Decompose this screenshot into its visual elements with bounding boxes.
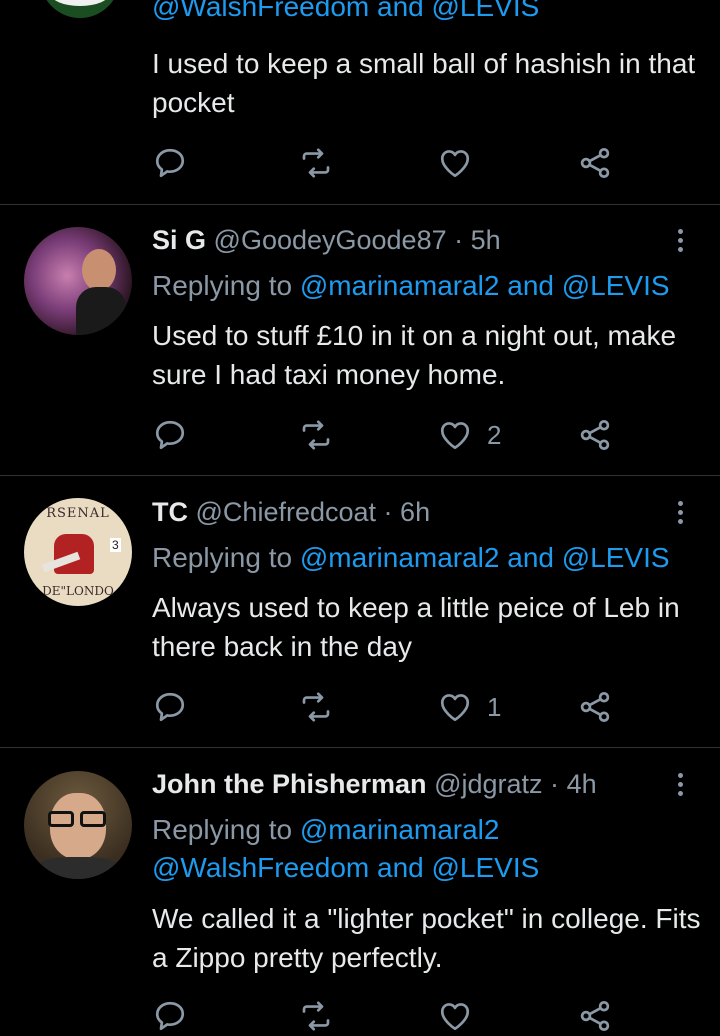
handle[interactable]: @jdgratz xyxy=(434,769,542,799)
tweet-text: I used to keep a small ball of hashish i… xyxy=(152,48,696,118)
tweet-3[interactable]: John the Phisherman @jdgratz · 4h Replyi… xyxy=(0,748,720,1027)
mentions-link[interactable]: @WalshFreedom and @LEVIS xyxy=(152,852,539,883)
like-button[interactable]: 1 xyxy=(437,687,501,727)
reply-button[interactable] xyxy=(152,996,188,1036)
more-icon[interactable] xyxy=(668,769,692,803)
avatar-text-bottom: DE"LONDO xyxy=(42,584,114,598)
display-name[interactable]: Si G xyxy=(152,225,206,255)
separator: · xyxy=(383,497,393,527)
reply-line: Replying to @marinamaral2 @WalshFreedom … xyxy=(152,811,539,887)
mentions-link[interactable]: @WalshFreedom and @LEVIS xyxy=(152,0,539,22)
tweet-actions: 2 xyxy=(152,415,632,455)
timestamp[interactable]: 5h xyxy=(471,225,501,255)
tweet-actions xyxy=(152,996,632,1036)
mentions-link[interactable]: @marinamaral2 xyxy=(300,814,500,845)
retweet-button[interactable] xyxy=(298,415,334,455)
separator: · xyxy=(550,769,560,799)
display-name[interactable]: John the Phisherman xyxy=(152,769,427,799)
share-icon xyxy=(577,689,613,725)
like-icon xyxy=(437,417,473,453)
like-icon xyxy=(437,145,473,181)
like-button[interactable]: 2 xyxy=(437,415,501,455)
reply-icon xyxy=(152,417,188,453)
avatar[interactable] xyxy=(24,227,132,335)
share-button[interactable] xyxy=(577,415,613,455)
tweet-actions xyxy=(152,143,632,183)
retweet-icon xyxy=(298,145,334,181)
display-name[interactable]: TC xyxy=(152,497,188,527)
share-button[interactable] xyxy=(577,996,613,1036)
mentions-link[interactable]: @marinamaral2 and @LEVIS xyxy=(300,542,670,573)
retweet-icon xyxy=(298,417,334,453)
reply-line[interactable]: @WalshFreedom and @LEVIS xyxy=(152,0,539,26)
tweet-header: John the Phisherman @jdgratz · 4h xyxy=(152,767,597,801)
reply-button[interactable] xyxy=(152,687,188,727)
tweet-2[interactable]: RSENAL 3 DE"LONDO TC @Chiefredcoat · 6h … xyxy=(0,476,720,746)
retweet-button[interactable] xyxy=(298,143,334,183)
reply-icon xyxy=(152,998,188,1034)
tweet-actions: 1 xyxy=(152,687,632,727)
mentions-link[interactable]: @marinamaral2 and @LEVIS xyxy=(300,270,670,301)
avatar[interactable] xyxy=(40,0,120,18)
share-button[interactable] xyxy=(577,143,613,183)
retweet-icon xyxy=(298,998,334,1034)
avatar-text-top: RSENAL xyxy=(46,506,110,521)
share-button[interactable] xyxy=(577,687,613,727)
avatar[interactable] xyxy=(24,771,132,879)
share-icon xyxy=(577,998,613,1034)
tweet-text: Used to stuff £10 in it on a night out, … xyxy=(152,320,677,390)
timestamp[interactable]: 4h xyxy=(567,769,597,799)
handle[interactable]: @Chiefredcoat xyxy=(196,497,377,527)
reply-line: Replying to @marinamaral2 and @LEVIS xyxy=(152,539,670,577)
avatar[interactable]: RSENAL 3 DE"LONDO xyxy=(24,498,132,606)
retweet-button[interactable] xyxy=(298,996,334,1036)
tweet-header: TC @Chiefredcoat · 6h xyxy=(152,495,430,529)
tweet-0[interactable]: @WalshFreedom and @LEVIS I used to keep … xyxy=(0,0,720,204)
separator: · xyxy=(454,225,464,255)
like-count: 1 xyxy=(487,691,502,722)
tweet-text: We called it a "lighter pocket" in colle… xyxy=(152,903,701,973)
reply-icon xyxy=(152,145,188,181)
like-button[interactable] xyxy=(437,996,473,1036)
avatar-number: 3 xyxy=(110,538,121,552)
replying-to-label: Replying to xyxy=(152,542,293,573)
more-icon[interactable] xyxy=(668,497,692,531)
tweet-1[interactable]: Si G @GoodeyGoode87 · 5h Replying to @ma… xyxy=(0,205,720,475)
tweet-header: Si G @GoodeyGoode87 · 5h xyxy=(152,223,501,257)
timestamp[interactable]: 6h xyxy=(400,497,430,527)
reply-button[interactable] xyxy=(152,415,188,455)
handle[interactable]: @GoodeyGoode87 xyxy=(214,225,447,255)
like-icon xyxy=(437,689,473,725)
like-count: 2 xyxy=(487,419,502,450)
retweet-button[interactable] xyxy=(298,687,334,727)
share-icon xyxy=(577,417,613,453)
tweet-text: Always used to keep a little peice of Le… xyxy=(152,592,680,662)
replying-to-label: Replying to xyxy=(152,814,293,845)
reply-icon xyxy=(152,689,188,725)
reply-line: Replying to @marinamaral2 and @LEVIS xyxy=(152,267,670,305)
like-icon xyxy=(437,998,473,1034)
retweet-icon xyxy=(298,689,334,725)
more-icon[interactable] xyxy=(668,225,692,259)
replying-to-label: Replying to xyxy=(152,270,293,301)
like-button[interactable] xyxy=(437,143,473,183)
reply-button[interactable] xyxy=(152,143,188,183)
share-icon xyxy=(577,145,613,181)
